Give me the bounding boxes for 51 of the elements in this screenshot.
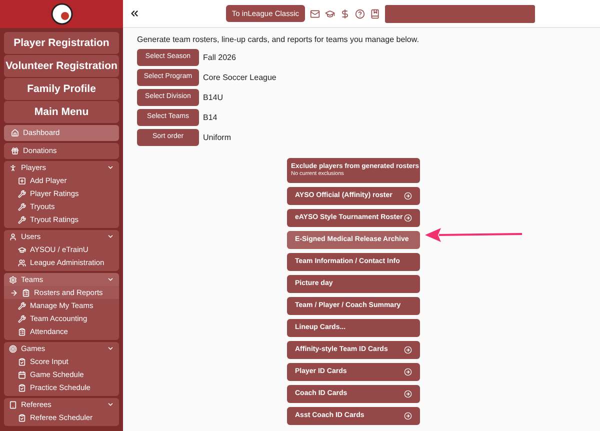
clipboard-icon — [18, 328, 26, 336]
nav-button[interactable]: Family Profile — [4, 78, 119, 100]
filter-value: Uniform — [203, 132, 232, 144]
arrow-circle-icon — [404, 390, 412, 398]
clipboard-check-icon — [18, 358, 26, 366]
intro-text: Generate team rosters, line-up cards, and reports for teams you manage below. — [137, 34, 420, 46]
caret-icon — [107, 276, 114, 283]
calendar-icon — [18, 370, 26, 378]
filter-value: B14 — [203, 112, 218, 124]
book-icon[interactable] — [370, 8, 380, 18]
clipboard-icon — [22, 288, 30, 296]
wrench-icon — [18, 216, 26, 224]
account-button[interactable] — [385, 4, 535, 22]
clipboard-check-icon — [18, 384, 26, 392]
home-icon — [11, 129, 19, 137]
user-icon — [9, 232, 17, 240]
dollar-icon[interactable] — [340, 8, 350, 18]
arrow-circle-icon — [404, 214, 412, 222]
arrow-circle-icon — [404, 368, 412, 376]
wrench-icon — [18, 202, 26, 210]
clipboard-check-icon — [18, 414, 26, 422]
caret-icon — [107, 164, 114, 171]
logo-icon — [50, 3, 72, 25]
caret-icon — [107, 345, 114, 352]
tablet-icon — [9, 400, 17, 408]
plus-square-icon — [18, 176, 26, 184]
filter-value: B14U — [203, 92, 224, 104]
nav-button[interactable]: Player Registration — [4, 32, 119, 54]
arrow-circle-icon — [404, 346, 412, 354]
wrench-icon — [18, 314, 26, 322]
caret-icon — [107, 233, 114, 240]
mail-icon[interactable] — [310, 8, 320, 18]
person-icon — [9, 164, 17, 172]
arrow-circle-icon — [404, 412, 412, 420]
nav-button[interactable]: Volunteer Registration — [4, 55, 119, 77]
filter-value: Fall 2026 — [203, 52, 236, 64]
filter-value: Core Soccer League — [203, 72, 276, 84]
graduation-cap-icon — [18, 246, 26, 254]
wrench-icon — [18, 190, 26, 198]
arrow-icon — [10, 288, 18, 296]
users-icon — [18, 258, 26, 266]
gift-icon — [11, 147, 19, 155]
arrow-circle-icon — [404, 192, 412, 200]
graduation-cap-icon[interactable] — [325, 8, 335, 18]
wrench-icon — [18, 302, 26, 310]
collapse-icon[interactable] — [129, 8, 140, 19]
nav-button[interactable]: Main Menu — [4, 101, 119, 123]
settings-icon — [9, 276, 17, 284]
caret-icon — [107, 401, 114, 408]
target-icon — [9, 344, 17, 352]
help-icon[interactable] — [355, 8, 365, 18]
